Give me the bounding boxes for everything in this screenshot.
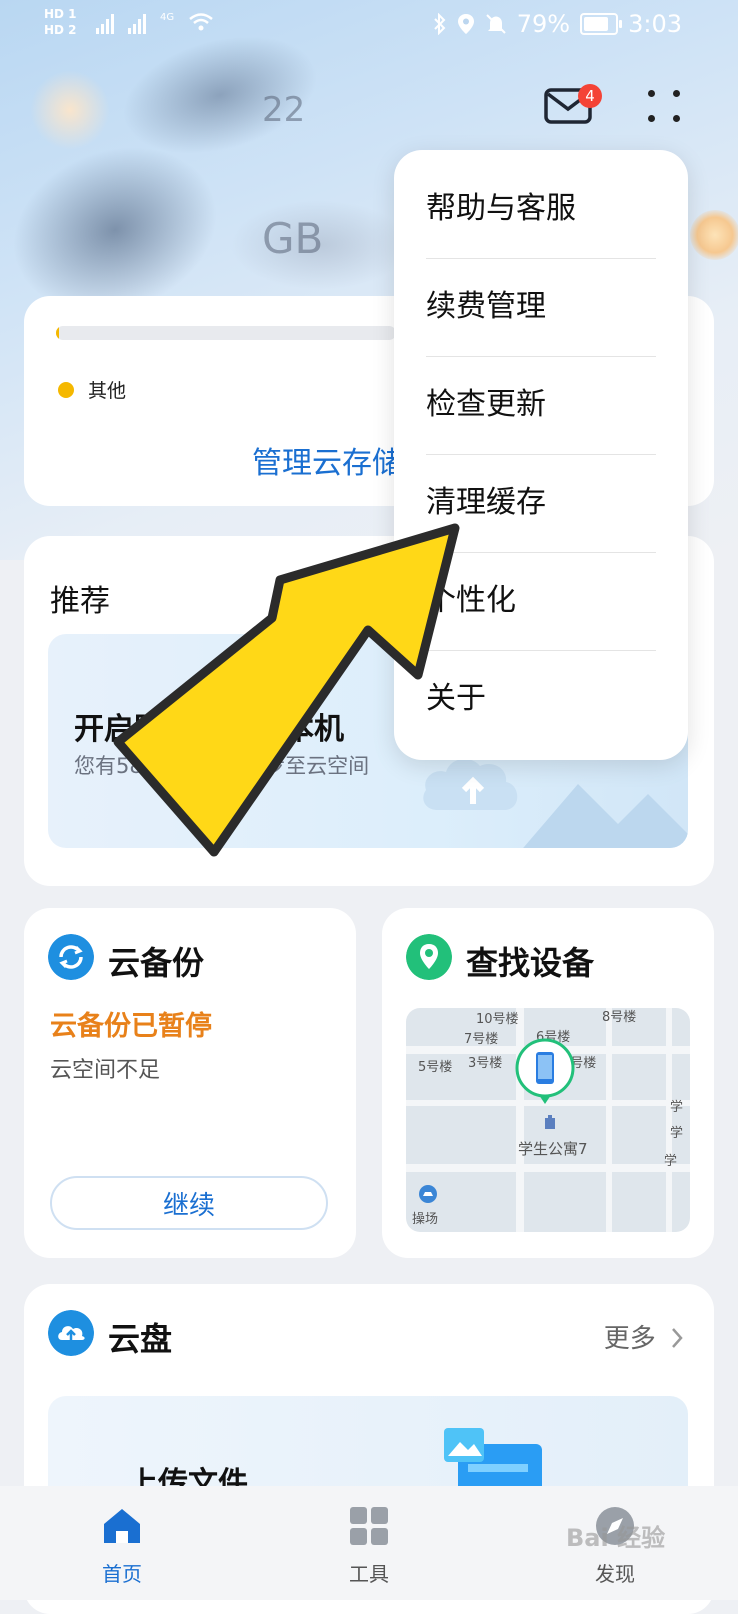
storage-number: 22 <box>262 90 306 130</box>
recommend-headline: 开启图库，释放本机 <box>74 712 344 747</box>
storage-progress-fill <box>56 326 60 340</box>
menu-item-check-update[interactable]: 检查更新 <box>426 356 656 455</box>
find-device-title: 查找设备 <box>466 944 595 982</box>
menu-item-clear-cache[interactable]: 清理缓存 <box>426 454 656 553</box>
tab-home[interactable]: 首页 <box>62 1504 182 1587</box>
location-pin-icon <box>406 934 452 980</box>
sim2-label: HD 2 <box>44 23 77 37</box>
watermark: Bai 经验 <box>566 1524 666 1552</box>
map-label: 3号楼 <box>468 1056 503 1071</box>
chevron-right-icon <box>672 1328 683 1348</box>
map-label: 学 <box>670 1126 684 1141</box>
cloud-drive-icon <box>48 1310 94 1356</box>
sim1-label: HD 1 <box>44 7 77 21</box>
cloud-backup-icon <box>48 934 94 980</box>
clock: 3:03 <box>628 10 682 38</box>
more-link[interactable]: 更多 <box>604 1318 684 1355</box>
status-bar: HD 1 HD 2 4G 79% 3:03 <box>0 0 738 50</box>
tab-tools-label: 工具 <box>349 1562 389 1586</box>
map-label: 学生公寓7 <box>518 1140 588 1158</box>
signal-bars-sim1 <box>96 12 114 34</box>
tab-tools[interactable]: 工具 <box>309 1504 429 1587</box>
device-marker-icon <box>515 1038 575 1104</box>
map-label: 8号楼 <box>602 1010 637 1025</box>
backup-reason: 云空间不足 <box>50 1058 161 1083</box>
signal-icon: 4G <box>96 12 214 34</box>
device-map[interactable]: 10号楼 8号楼 7号楼 6号楼 5号楼 3号楼 2号楼 学生公寓7 操场 学 … <box>406 1008 690 1232</box>
map-label: 学 <box>664 1154 678 1169</box>
find-device-card[interactable]: 查找设备 10号楼 8号楼 7号楼 6号楼 5号楼 3号楼 2号楼 学生公寓7 … <box>382 908 714 1258</box>
continue-button[interactable]: 继续 <box>50 1176 328 1230</box>
more-menu-icon[interactable] <box>646 88 682 124</box>
battery-icon <box>580 13 623 35</box>
sun-decoration <box>30 70 110 150</box>
wifi-icon <box>189 13 213 31</box>
cloud-drive-title: 云盘 <box>108 1320 173 1358</box>
map-label: 5号楼 <box>418 1060 453 1075</box>
recommend-subtitle: 您有58 GB照片未同步至云空间 <box>74 754 370 778</box>
overflow-menu: 帮助与客服 续费管理 检查更新 清理缓存 个性化 关于 <box>394 150 688 760</box>
bluetooth-icon <box>434 13 446 35</box>
menu-item-personalize[interactable]: 个性化 <box>426 552 656 651</box>
tab-home-label: 首页 <box>102 1562 142 1586</box>
map-label: 7号楼 <box>464 1032 499 1047</box>
mail-badge: 4 <box>578 84 602 108</box>
mute-bell-icon <box>486 14 506 34</box>
legend-other-dot <box>58 382 74 398</box>
network-type: 4G <box>160 12 175 23</box>
storage-unit: GB <box>262 214 324 263</box>
sim-indicators: HD 1 HD 2 <box>44 6 77 38</box>
battery-fill <box>584 17 608 31</box>
mountain-decoration <box>523 784 688 848</box>
location-icon <box>457 14 474 34</box>
playground-icon <box>419 1185 437 1203</box>
battery-percent: 79% <box>516 10 571 38</box>
signal-bars-sim2 <box>128 12 146 34</box>
legend-other-label: 其他 <box>88 380 127 402</box>
backup-status: 云备份已暂停 <box>50 1011 212 1042</box>
map-label: 10号楼 <box>476 1012 519 1027</box>
orb-decoration <box>690 210 738 260</box>
building-icon <box>545 1115 555 1129</box>
menu-item-help[interactable]: 帮助与客服 <box>426 160 656 259</box>
cloud-backup-card[interactable]: 云备份 云备份已暂停 云空间不足 继续 <box>24 908 356 1258</box>
map-label: 操场 <box>412 1212 439 1227</box>
menu-item-about[interactable]: 关于 <box>426 650 656 748</box>
more-label: 更多 <box>603 1324 656 1354</box>
home-icon <box>104 1509 140 1543</box>
manage-storage-link[interactable]: 管理云存储 <box>252 438 402 482</box>
map-label: 学 <box>670 1100 684 1115</box>
storage-progress-bar <box>56 326 396 340</box>
recommend-title: 推荐 <box>50 584 110 619</box>
status-right: 79% 3:03 <box>433 10 682 38</box>
grid-icon <box>350 1507 388 1545</box>
cloud-backup-title: 云备份 <box>108 944 205 982</box>
menu-item-renewal[interactable]: 续费管理 <box>426 258 656 357</box>
tab-discover-label: 发现 <box>595 1562 635 1586</box>
